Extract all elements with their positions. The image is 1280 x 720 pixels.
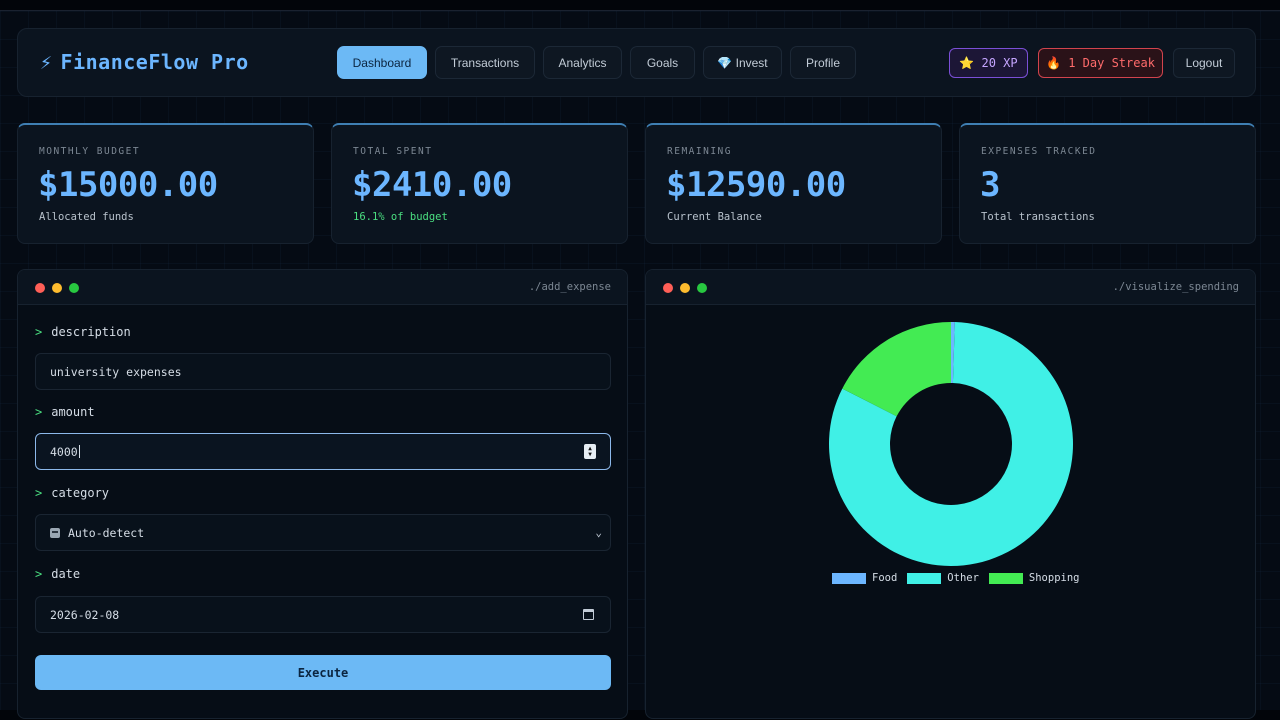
legend-item-other[interactable]: Other (907, 572, 979, 584)
calendar-icon[interactable] (583, 609, 594, 620)
date-input[interactable]: 2026-02-08 (35, 596, 611, 633)
stat-subtext: Allocated funds (39, 211, 134, 223)
stat-card-monthly-budget: MONTHLY BUDGET $15000.00 Allocated funds (17, 123, 314, 244)
spending-donut-chart (829, 322, 1073, 566)
stat-card-expenses-tracked: EXPENSES TRACKED 3 Total transactions (959, 123, 1256, 244)
stat-value: $12590.00 (666, 165, 846, 205)
robot-icon (50, 527, 60, 538)
execute-button[interactable]: Execute (35, 655, 611, 690)
description-label: > description (35, 325, 131, 339)
stat-subtext: Total transactions (981, 211, 1095, 223)
chart-legend: Food Other Shopping (832, 572, 1089, 584)
date-label: > date (35, 567, 80, 581)
logout-button[interactable]: Logout (1173, 48, 1235, 78)
panel-titlebar: ./add_expense (18, 270, 627, 305)
date-value: 2026-02-08 (50, 607, 120, 622)
prompt-icon: > (35, 486, 43, 500)
text-caret (78, 445, 80, 458)
amount-value: 4000 (50, 444, 78, 459)
nav-goals[interactable]: Goals (630, 46, 695, 79)
xp-badge: ⭐ 20 XP (949, 48, 1028, 78)
add-expense-panel: ./add_expense > description university ex… (17, 269, 628, 719)
prompt-icon: > (35, 567, 43, 581)
stat-subtext: Current Balance (667, 211, 762, 223)
amount-label-text: amount (51, 405, 95, 419)
chevron-down-icon: ⌄ (595, 526, 602, 539)
panel-path: ./add_expense (528, 281, 611, 293)
stat-label: MONTHLY BUDGET (39, 146, 141, 157)
legend-item-shopping[interactable]: Shopping (988, 572, 1080, 584)
legend-label: Other (947, 572, 979, 584)
nav-transactions[interactable]: Transactions (435, 46, 535, 79)
prompt-icon: > (35, 325, 43, 339)
visualize-spending-panel: ./visualize_spending Food Other Shopping (645, 269, 1256, 719)
legend-label: Shopping (1028, 572, 1080, 584)
category-select[interactable]: Auto-detect ⌄ (35, 514, 611, 551)
category-label: > category (35, 486, 109, 500)
top-navbar: ⚡ FinanceFlow Pro Dashboard Transactions … (17, 28, 1256, 97)
amount-label: > amount (35, 405, 95, 419)
legend-swatch (832, 572, 866, 584)
minimize-dot-icon (52, 283, 62, 293)
nav-profile[interactable]: Profile (790, 46, 856, 79)
description-input[interactable]: university expenses (35, 353, 611, 390)
stat-value: 3 (980, 165, 1000, 205)
description-label-text: description (51, 325, 131, 339)
category-label-text: category (51, 486, 110, 500)
legend-label: Food (872, 572, 898, 584)
legend-swatch (907, 572, 942, 584)
amount-input[interactable]: 4000 ▲ ▼ (35, 433, 611, 470)
window-top-edge (0, 0, 1280, 11)
number-stepper-icon[interactable]: ▲ ▼ (584, 444, 596, 459)
legend-item-food[interactable]: Food (832, 572, 897, 584)
legend-swatch (988, 572, 1023, 584)
prompt-icon: > (35, 405, 43, 419)
date-label-text: date (51, 567, 81, 581)
lightning-icon: ⚡ (40, 50, 53, 74)
stat-card-total-spent: TOTAL SPENT $2410.00 16.1% of budget (331, 123, 628, 244)
nav-analytics[interactable]: Analytics (543, 46, 622, 79)
maximize-dot-icon (69, 283, 79, 293)
category-value: Auto-detect (68, 525, 145, 540)
stat-card-remaining: REMAINING $12590.00 Current Balance (645, 123, 942, 244)
streak-badge: 🔥 1 Day Streak (1038, 48, 1163, 78)
stat-label: REMAINING (667, 146, 732, 157)
brand-logo[interactable]: ⚡ FinanceFlow Pro (40, 50, 249, 74)
brand-name: FinanceFlow Pro (60, 50, 249, 74)
close-dot-icon (35, 283, 45, 293)
stat-label: TOTAL SPENT (353, 146, 433, 157)
description-value: university expenses (50, 364, 182, 379)
stat-label: EXPENSES TRACKED (981, 146, 1097, 157)
nav-dashboard[interactable]: Dashboard (337, 46, 427, 79)
stat-value: $2410.00 (352, 165, 512, 205)
stat-value: $15000.00 (38, 165, 218, 205)
stat-subtext: 16.1% of budget (353, 211, 448, 223)
nav-invest[interactable]: 💎 Invest (703, 46, 782, 79)
